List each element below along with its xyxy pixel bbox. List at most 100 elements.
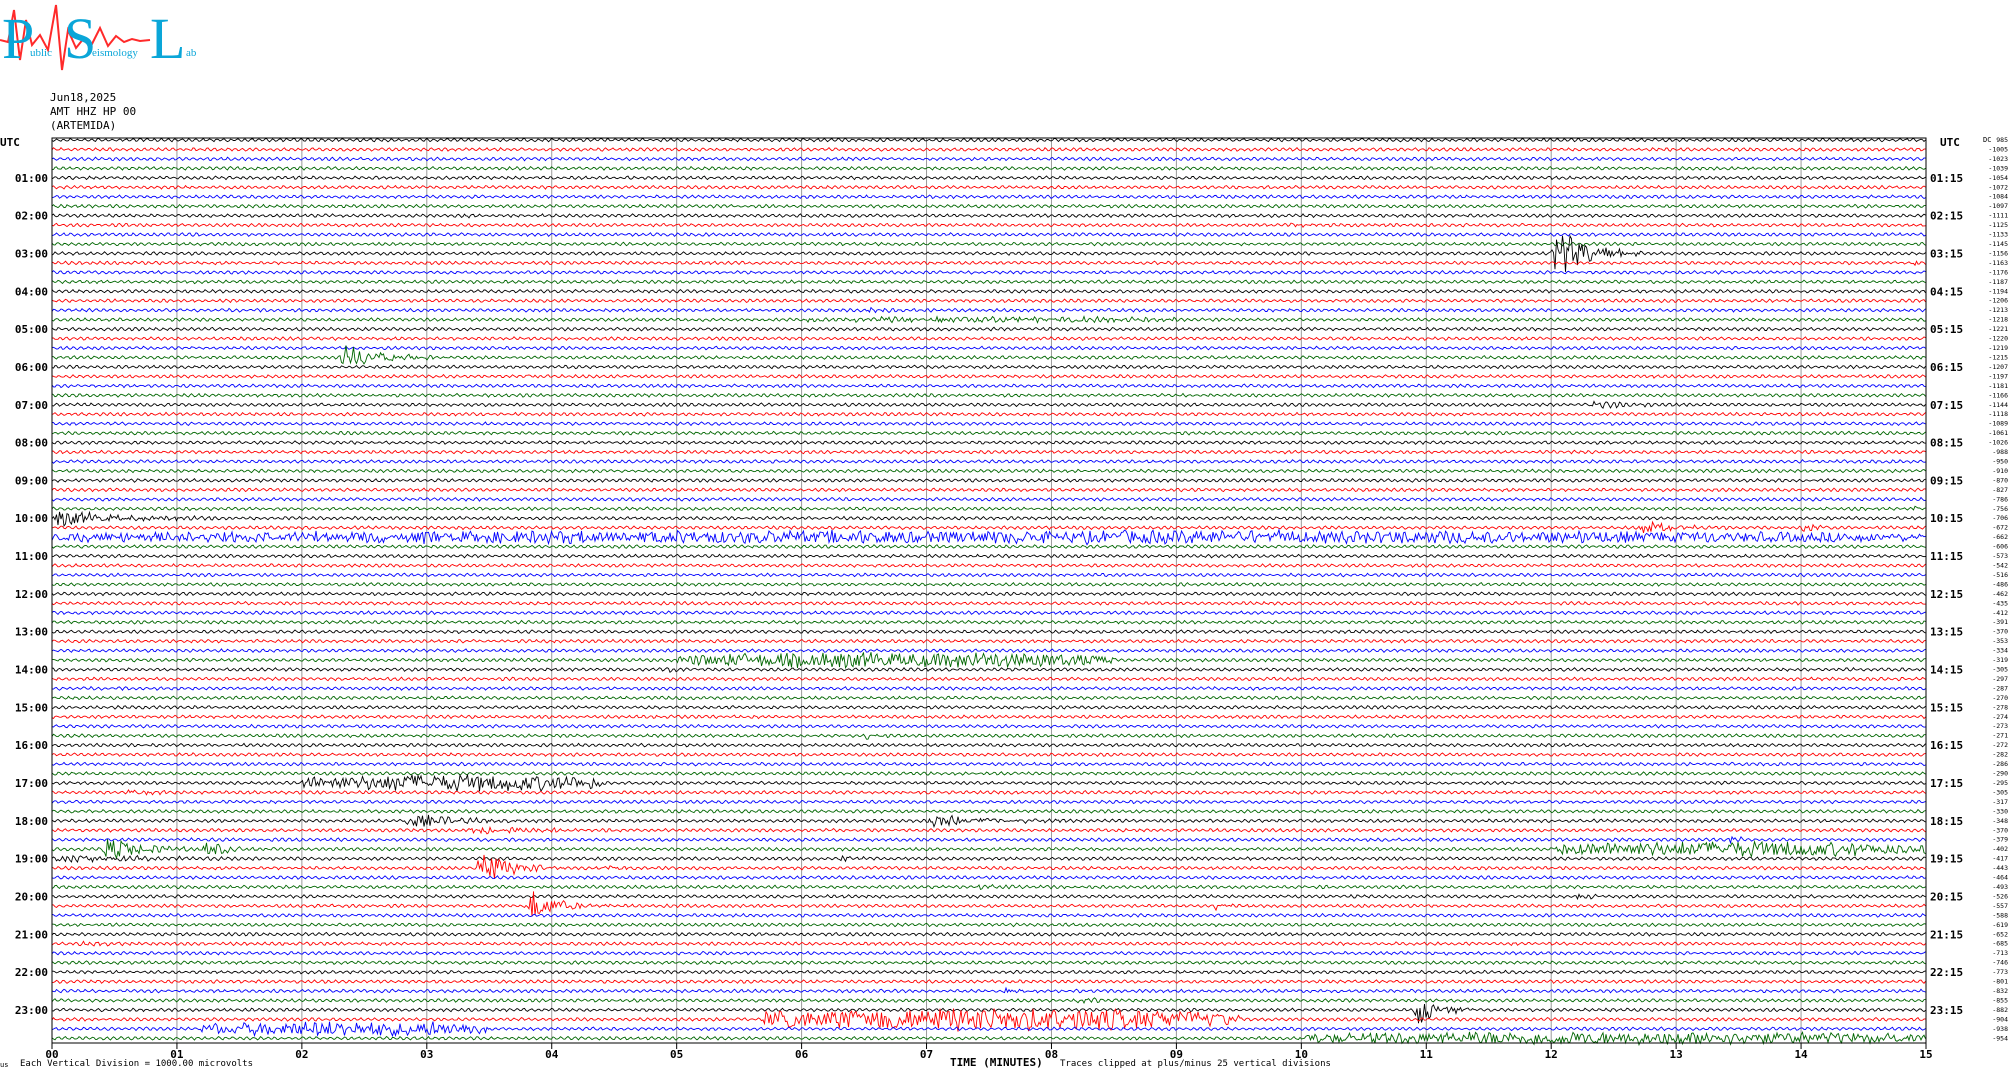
seismic-trace [51, 241, 1926, 247]
helicorder-plot: 00 01 02 03 04 05 06 07 08 09 10 11 12 13 14 15 01:0002… [0, 136, 2008, 1069]
time-grid [51, 138, 1927, 1043]
seismic-trace [51, 505, 1926, 512]
dc-offset-value: -317 [1992, 798, 2008, 806]
dc-offset-value: -870 [1992, 476, 2008, 484]
seismic-trace [51, 814, 1926, 829]
seismic-trace [51, 572, 1926, 578]
dc-offset-value: -950 [1992, 457, 2008, 465]
seismic-trace [51, 912, 1926, 918]
seismic-trace [51, 487, 1926, 493]
dc-offset-values: 985-1005 -1023-1039 -1054-1072 -1084-1097 -1… [1988, 136, 2008, 1042]
seismic-trace [51, 723, 1926, 729]
left-hour-label: 04:00 [15, 285, 48, 298]
seismic-trace [51, 648, 1926, 653]
seismic-trace [51, 638, 1926, 644]
dc-offset-value: -1194 [1988, 287, 2008, 295]
dc-offset-value: -305 [1992, 666, 2008, 674]
right-hour-label: 12:15 [1930, 588, 1963, 601]
left-hour-label: 16:00 [15, 739, 48, 752]
dc-offset-value: -271 [1992, 732, 2008, 740]
dc-offset-value: -272 [1992, 741, 2008, 749]
seismic-trace [51, 742, 1926, 748]
seismic-trace [51, 373, 1926, 379]
right-hour-label: 09:15 [1930, 474, 1963, 487]
x-tick-label: 12 [1545, 1048, 1558, 1061]
right-hour-label: 06:15 [1930, 361, 1963, 374]
seismic-trace [51, 336, 1926, 342]
seismic-trace [51, 269, 1926, 275]
dc-offset-value: -672 [1992, 524, 2008, 532]
seismic-trace [51, 931, 1926, 937]
dc-offset-value: -305 [1992, 788, 2008, 796]
right-hour-label: 16:15 [1930, 739, 1963, 752]
seismic-trace [51, 714, 1926, 720]
dc-offset-value: -573 [1992, 552, 2008, 560]
dc-offset-value: -801 [1992, 978, 2008, 986]
seismic-trace [51, 610, 1926, 616]
dc-offset-value: -435 [1992, 599, 2008, 607]
dc-offset-value: -1023 [1988, 155, 2008, 163]
seismic-trace [51, 771, 1926, 777]
right-hour-label: 13:15 [1930, 626, 1963, 639]
dc-offset-value: -1061 [1988, 429, 2008, 437]
dc-offset-value: -1220 [1988, 335, 2008, 343]
dc-offset-value: -516 [1992, 571, 2008, 579]
seismic-trace [51, 891, 1926, 917]
seismic-trace [51, 345, 1926, 351]
dc-offset-value: -786 [1992, 495, 2008, 503]
right-hour-label: 23:15 [1930, 1004, 1963, 1017]
seismic-trace [51, 600, 1926, 606]
dc-offset-value: -756 [1992, 505, 2008, 513]
dc-offset-value: -988 [1992, 448, 2008, 456]
seismic-trace [51, 165, 1926, 171]
dc-offset-value: -417 [1992, 855, 2008, 863]
seismic-trace [51, 364, 1926, 370]
seismic-trace [51, 421, 1926, 427]
right-hour-label: 17:15 [1930, 777, 1963, 790]
dc-offset-value: -1156 [1988, 249, 2008, 257]
footer-clip-note: Traces clipped at plus/minus 25 vertical… [1060, 1059, 1331, 1069]
seismic-trace [51, 234, 1926, 272]
x-tick-label: 04 [545, 1048, 559, 1061]
left-hour-label: 15:00 [15, 701, 48, 714]
seismic-trace [51, 808, 1926, 814]
seismic-trace [51, 298, 1926, 304]
left-hour-label: 08:00 [15, 437, 48, 450]
seismic-trace [51, 893, 1926, 901]
seismic-trace [51, 279, 1926, 285]
dc-offset-value: -334 [1992, 647, 2008, 655]
right-hour-label: 07:15 [1930, 399, 1963, 412]
seismic-trace [51, 825, 1926, 835]
right-hour-label: 18:15 [1930, 815, 1963, 828]
seismic-trace [51, 695, 1926, 701]
seismic-trace [51, 960, 1926, 966]
dc-offset-value: -1218 [1988, 316, 2008, 324]
seismic-trace [51, 685, 1926, 691]
dc-offset-value: -882 [1992, 1006, 2008, 1014]
x-tick-label: 08 [1045, 1048, 1058, 1061]
dc-offset-value: -391 [1992, 618, 2008, 626]
seismic-trace [51, 854, 1926, 864]
dc-offset-value: -1118 [1988, 410, 2008, 418]
dc-offset-value: -855 [1992, 996, 2008, 1004]
dc-offset-value: -290 [1992, 770, 2008, 778]
right-hour-label: 01:15 [1930, 172, 1963, 185]
x-tick-label: 02 [295, 1048, 308, 1061]
seismic-traces [51, 137, 1926, 1047]
seismic-trace [51, 175, 1926, 181]
dc-offset-value: -1111 [1988, 212, 2008, 220]
left-hour-label: 17:00 [15, 777, 48, 790]
seismic-trace [51, 477, 1926, 483]
right-hour-label: 08:15 [1930, 437, 1963, 450]
seismic-trace [51, 345, 1926, 365]
right-hour-labels: 01:15 02:15 03:15 04:15 05:15 06:15 07:15 08:15… [1930, 172, 1963, 1017]
seismic-trace [51, 950, 1926, 956]
dc-offset-value: -904 [1992, 1015, 2008, 1023]
right-hour-label: 02:15 [1930, 210, 1963, 223]
seismic-trace [51, 752, 1926, 757]
seismic-trace [51, 510, 1926, 528]
seismic-trace [51, 591, 1926, 597]
seismic-trace [51, 666, 1926, 674]
seismic-trace [51, 773, 1926, 793]
dc-offset-value: -542 [1992, 561, 2008, 569]
